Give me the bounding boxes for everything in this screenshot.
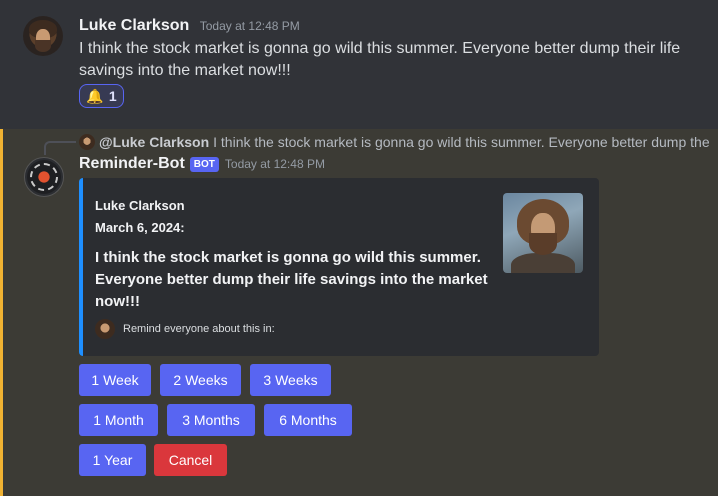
avatar[interactable]	[23, 16, 63, 56]
timestamp: Today at 12:48 PM	[224, 157, 325, 171]
remind-1-month-button[interactable]: 1 Month	[79, 404, 158, 436]
reaction-bell[interactable]: 🔔 1	[79, 84, 124, 108]
embed-date: March 6, 2024:	[95, 220, 185, 235]
message-header: Luke Clarkson Today at 12:48 PM	[79, 17, 300, 35]
bot-avatar[interactable]	[24, 157, 64, 197]
reaction-count: 1	[108, 88, 117, 104]
embed-footer-text: Remind everyone about this in:	[123, 323, 275, 335]
mention-highlight-bar	[0, 129, 3, 496]
reply-avatar	[79, 134, 95, 150]
remind-1-year-button[interactable]: 1 Year	[79, 444, 146, 476]
bell-icon: 🔔	[86, 88, 104, 104]
remind-2-weeks-button[interactable]: 2 Weeks	[160, 364, 241, 396]
message-header: Reminder-Bot BOT Today at 12:48 PM	[79, 155, 325, 173]
timestamp: Today at 12:48 PM	[199, 19, 300, 33]
footer-avatar	[95, 319, 115, 339]
username[interactable]: Luke Clarkson	[79, 17, 189, 34]
remind-6-months-button[interactable]: 6 Months	[264, 404, 352, 436]
embed-body: I think the stock market is gonna go wil…	[95, 249, 488, 310]
bot-username[interactable]: Reminder-Bot	[79, 155, 185, 173]
cancel-button[interactable]: Cancel	[154, 444, 227, 476]
embed-footer: Remind everyone about this in:	[95, 319, 275, 339]
remind-1-week-button[interactable]: 1 Week	[79, 364, 151, 396]
reply-reference[interactable]: @Luke Clarkson I think the stock market …	[79, 133, 710, 151]
message-luke: Luke Clarkson Today at 12:48 PM I think …	[0, 0, 718, 122]
remind-3-weeks-button[interactable]: 3 Weeks	[250, 364, 331, 396]
reply-preview-text[interactable]: I think the stock market is gonna go wil…	[213, 134, 709, 150]
message-reminder-bot: @Luke Clarkson I think the stock market …	[0, 129, 718, 496]
reply-mention[interactable]: @Luke Clarkson	[99, 134, 209, 150]
bot-badge: BOT	[189, 156, 219, 172]
reply-spine	[44, 141, 76, 155]
embed-thumbnail[interactable]	[503, 193, 583, 273]
reminder-embed: Luke Clarkson March 6, 2024: I think the…	[79, 178, 599, 356]
message-content: I think the stock market is gonna go wil…	[79, 40, 681, 79]
remind-3-months-button[interactable]: 3 Months	[167, 404, 255, 436]
embed-author: Luke Clarkson	[95, 198, 185, 213]
